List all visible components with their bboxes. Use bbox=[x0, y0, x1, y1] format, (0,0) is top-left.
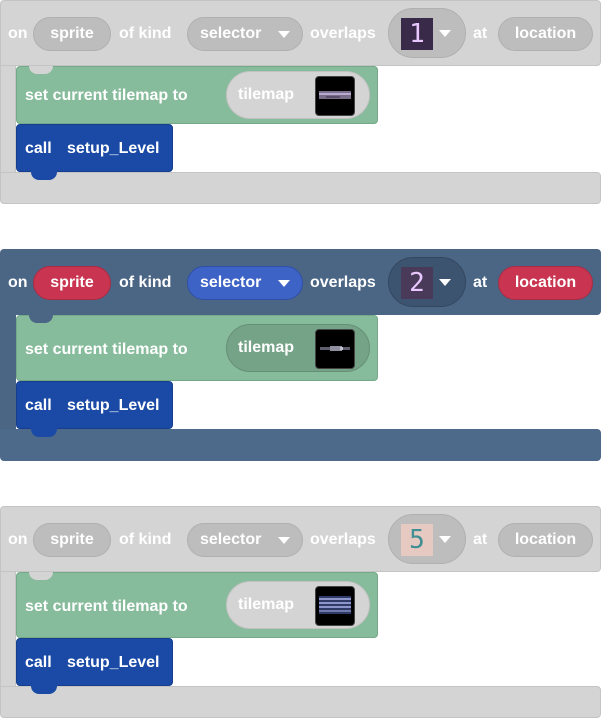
chevron-down-icon bbox=[278, 280, 290, 287]
location-variable-pill[interactable]: location bbox=[498, 266, 593, 300]
tile-image: 2 bbox=[401, 267, 433, 299]
location-variable-label: location bbox=[514, 274, 577, 291]
function-name: setup_Level bbox=[67, 654, 160, 671]
set-tilemap-label: set current tilemap to bbox=[25, 87, 188, 104]
of-kind-label: of kind bbox=[119, 25, 172, 42]
call-setup-level-block[interactable]: call setup_Level bbox=[16, 638, 173, 694]
overlaps-label: overlaps bbox=[310, 274, 376, 291]
location-variable-pill[interactable]: location bbox=[498, 17, 593, 51]
sprite-variable-pill[interactable]: sprite bbox=[33, 523, 111, 557]
tilemap-label: tilemap bbox=[238, 339, 295, 356]
tile-picker[interactable]: 5 bbox=[388, 514, 466, 564]
tilemap-thumbnail bbox=[315, 76, 355, 116]
overlaps-label: overlaps bbox=[310, 531, 376, 548]
tile-picker[interactable]: 1 bbox=[388, 8, 466, 58]
set-tilemap-block[interactable]: set current tilemap to tilemap bbox=[16, 66, 378, 124]
block-notch bbox=[29, 315, 53, 323]
kind-dropdown-label: selector bbox=[200, 25, 262, 42]
overlaps-label: overlaps bbox=[310, 25, 376, 42]
tilemap-picker[interactable]: tilemap bbox=[226, 71, 370, 119]
set-tilemap-label: set current tilemap to bbox=[25, 598, 188, 615]
kind-dropdown-label: selector bbox=[200, 531, 262, 548]
event-spine bbox=[0, 572, 16, 686]
chevron-down-icon bbox=[439, 536, 451, 543]
sprite-variable-label: sprite bbox=[50, 25, 94, 42]
sprite-variable-pill[interactable]: sprite bbox=[33, 266, 111, 300]
block-tab bbox=[31, 428, 57, 437]
kind-dropdown[interactable]: selector bbox=[187, 17, 303, 51]
block-tab bbox=[31, 171, 57, 180]
call-label: call bbox=[25, 140, 52, 157]
sprite-variable-label: sprite bbox=[50, 531, 94, 548]
on-label: on bbox=[8, 531, 28, 548]
overlap-event-block-1[interactable]: on sprite of kind selector overlaps 1 at… bbox=[0, 0, 601, 204]
tilemap-label: tilemap bbox=[238, 596, 295, 613]
sprite-variable-label: sprite bbox=[50, 274, 94, 291]
tilemap-picker[interactable]: tilemap bbox=[226, 324, 370, 372]
tile-image: 5 bbox=[401, 524, 433, 556]
tilemap-preview bbox=[319, 596, 351, 614]
chevron-down-icon bbox=[278, 31, 290, 38]
set-tilemap-block[interactable]: set current tilemap to tilemap bbox=[16, 572, 378, 638]
event-spine bbox=[0, 66, 16, 172]
of-kind-label: of kind bbox=[119, 531, 172, 548]
on-label: on bbox=[8, 274, 28, 291]
event-spine bbox=[0, 315, 16, 429]
function-name: setup_Level bbox=[67, 397, 160, 414]
call-label: call bbox=[25, 654, 52, 671]
sprite-variable-pill[interactable]: sprite bbox=[33, 17, 111, 51]
tilemap-picker[interactable]: tilemap bbox=[226, 581, 370, 629]
kind-dropdown-label: selector bbox=[200, 274, 262, 291]
function-name: setup_Level bbox=[67, 140, 160, 157]
tilemap-thumbnail bbox=[315, 329, 355, 369]
block-notch bbox=[29, 572, 53, 580]
tile-number: 5 bbox=[409, 525, 425, 555]
event-footer bbox=[0, 172, 601, 204]
location-variable-label: location bbox=[514, 25, 577, 42]
event-footer bbox=[0, 429, 601, 461]
block-notch bbox=[29, 66, 53, 74]
block-tab bbox=[31, 685, 57, 694]
on-label: on bbox=[8, 25, 28, 42]
tilemap-label: tilemap bbox=[238, 86, 295, 103]
call-setup-level-block[interactable]: call setup_Level bbox=[16, 381, 173, 437]
set-tilemap-block[interactable]: set current tilemap to tilemap bbox=[16, 315, 378, 381]
tilemap-thumbnail bbox=[315, 586, 355, 626]
chevron-down-icon bbox=[439, 279, 451, 286]
tile-number: 2 bbox=[409, 268, 425, 298]
at-label: at bbox=[473, 274, 488, 291]
of-kind-label: of kind bbox=[119, 274, 172, 291]
tile-number: 1 bbox=[409, 19, 425, 49]
kind-dropdown[interactable]: selector bbox=[187, 266, 303, 300]
tilemap-preview bbox=[319, 91, 351, 99]
tilemap-preview bbox=[320, 346, 350, 351]
call-setup-level-block[interactable]: call setup_Level bbox=[16, 124, 173, 180]
chevron-down-icon bbox=[439, 30, 451, 37]
tile-picker[interactable]: 2 bbox=[388, 257, 466, 307]
event-footer bbox=[0, 686, 601, 718]
location-variable-pill[interactable]: location bbox=[498, 523, 593, 557]
call-label: call bbox=[25, 397, 52, 414]
overlap-event-block-3[interactable]: on sprite of kind selector overlaps 5 at… bbox=[0, 506, 601, 718]
location-variable-label: location bbox=[514, 531, 577, 548]
chevron-down-icon bbox=[278, 537, 290, 544]
at-label: at bbox=[473, 531, 488, 548]
tile-image: 1 bbox=[401, 18, 433, 50]
at-label: at bbox=[473, 25, 488, 42]
kind-dropdown[interactable]: selector bbox=[187, 523, 303, 557]
overlap-event-block-2[interactable]: on sprite of kind selector overlaps 2 at… bbox=[0, 249, 601, 461]
set-tilemap-label: set current tilemap to bbox=[25, 341, 188, 358]
